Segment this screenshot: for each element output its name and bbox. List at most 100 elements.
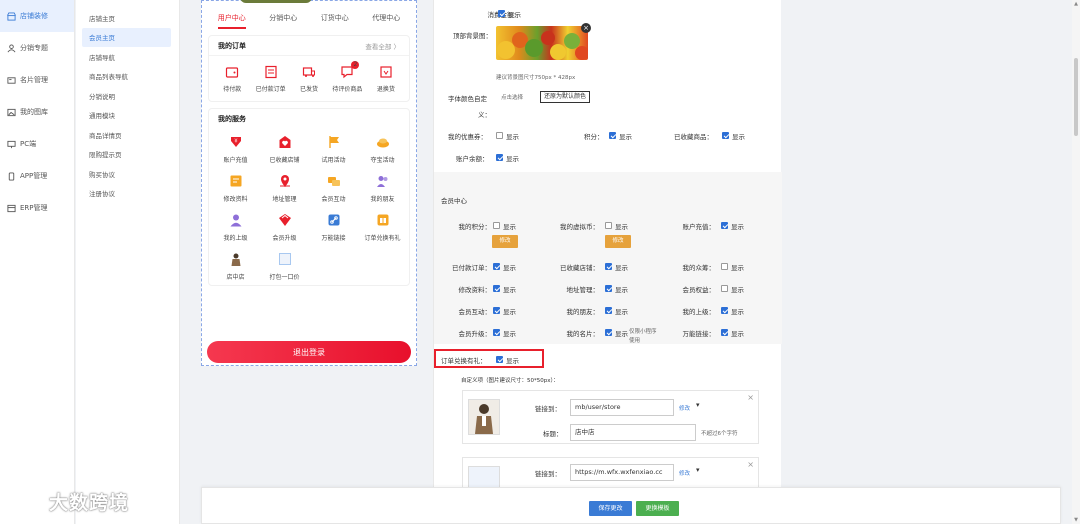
secondary-nav-item[interactable]: 注册协议 bbox=[76, 184, 179, 204]
my-services-title: 我的服务 bbox=[218, 115, 246, 123]
font-color-label-2: 义： bbox=[478, 111, 491, 119]
order-icon bbox=[264, 65, 278, 79]
change-template-button[interactable]: 更换模板 bbox=[636, 501, 679, 516]
primary-nav-item[interactable]: 分销专题 bbox=[0, 32, 74, 64]
order-gift-checkbox[interactable] bbox=[496, 356, 503, 363]
modify-link-1[interactable]: 修改 bbox=[679, 404, 690, 412]
primary-nav-label: PC端 bbox=[20, 140, 37, 148]
font-color-label: 字体颜色自定 bbox=[448, 95, 487, 103]
member-upgrade-checkbox[interactable] bbox=[493, 329, 500, 336]
points-checkbox[interactable] bbox=[609, 132, 616, 139]
secondary-nav-item[interactable]: 店铺主页 bbox=[76, 8, 179, 28]
primary-nav-item[interactable]: 我的图库 bbox=[0, 96, 74, 128]
order-status-item[interactable]: 已发货 bbox=[290, 65, 328, 93]
primary-nav-item[interactable]: PC端 bbox=[0, 128, 74, 160]
logout-button[interactable]: 退出登录 bbox=[207, 341, 411, 363]
service-item[interactable]: 订单兑换有礼 bbox=[358, 213, 407, 242]
spend-checkbox[interactable] bbox=[498, 10, 505, 17]
member-interaction-checkbox[interactable] bbox=[493, 307, 500, 314]
link-input-2[interactable]: https://m.wfx.wxfenxiao.cc bbox=[570, 464, 674, 481]
close-icon[interactable]: × bbox=[747, 460, 754, 469]
secondary-nav-item[interactable]: 店铺导航 bbox=[76, 47, 179, 67]
address-checkbox[interactable] bbox=[605, 285, 612, 292]
return-icon bbox=[379, 65, 393, 79]
custom-link-card-1: × 链接到： mb/user/store 修改 ▾ 标题： 店中店 不超过6个字… bbox=[462, 390, 759, 444]
universal-link-label: 万能链接： bbox=[682, 330, 716, 338]
location-icon bbox=[278, 174, 292, 188]
my-coupons-checkbox[interactable] bbox=[496, 132, 503, 139]
secondary-nav-item[interactable]: 会员主页 bbox=[82, 27, 171, 47]
primary-nav-item[interactable]: 店铺装修 bbox=[0, 0, 74, 32]
service-item[interactable]: 会员升级 bbox=[260, 213, 309, 242]
service-item[interactable]: 修改资料 bbox=[211, 174, 260, 203]
my-card-checkbox[interactable] bbox=[605, 329, 612, 336]
secondary-nav-item[interactable]: 商品列表导航 bbox=[76, 67, 179, 87]
scroll-down-icon[interactable]: ▼ bbox=[1073, 517, 1079, 523]
order-status-item[interactable]: 2 待评价商品 bbox=[328, 61, 366, 93]
scroll-thumb[interactable] bbox=[1074, 58, 1078, 136]
chevron-down-icon[interactable]: ▾ bbox=[696, 401, 700, 409]
save-button[interactable]: 保存更改 bbox=[589, 501, 632, 516]
chevron-down-icon[interactable]: ▾ bbox=[696, 466, 700, 474]
scroll-up-icon[interactable]: ▲ bbox=[1073, 1, 1079, 7]
service-item[interactable]: ¥ 账户充值 bbox=[211, 135, 260, 164]
truck-icon bbox=[302, 65, 316, 79]
secondary-nav-item[interactable]: 商品详情页 bbox=[76, 125, 179, 145]
preview-tabs: 用户中心 分销中心 订货中心 代理中心 bbox=[202, 1, 416, 29]
view-all-link[interactable]: 查看全部 〉 bbox=[365, 41, 400, 51]
universal-link-checkbox[interactable] bbox=[721, 329, 728, 336]
fav-goods-checkbox[interactable] bbox=[722, 132, 729, 139]
order-status-item[interactable]: 待付款 bbox=[213, 65, 251, 93]
secondary-nav-item[interactable]: 购买协议 bbox=[76, 164, 179, 184]
my-card-label: 我的名片： bbox=[566, 330, 600, 338]
service-item[interactable]: 夺宝活动 bbox=[358, 135, 407, 164]
primary-nav-item[interactable]: ERP管理 bbox=[0, 192, 74, 224]
primary-nav-item[interactable]: 名片管理 bbox=[0, 64, 74, 96]
service-item[interactable]: 试用活动 bbox=[309, 135, 358, 164]
modify-link-2[interactable]: 修改 bbox=[679, 469, 690, 477]
my-crowdfunding-checkbox[interactable] bbox=[721, 263, 728, 270]
my-points-checkbox[interactable] bbox=[493, 222, 500, 229]
recharge-checkbox[interactable] bbox=[721, 222, 728, 229]
tab-agent-center[interactable]: 代理中心 bbox=[361, 13, 413, 29]
member-rights-checkbox[interactable] bbox=[721, 285, 728, 292]
order-status-item[interactable]: 已付款订单 bbox=[251, 65, 289, 93]
store-photo-icon[interactable] bbox=[468, 399, 500, 435]
max-chars-hint: 不超过6个字符 bbox=[701, 431, 738, 437]
link-input-1[interactable]: mb/user/store bbox=[570, 399, 674, 416]
service-item[interactable]: 会员互动 bbox=[309, 174, 358, 203]
tab-distribution-center[interactable]: 分销中心 bbox=[258, 13, 310, 29]
secondary-nav-item[interactable]: 通用模块 bbox=[76, 106, 179, 126]
service-item[interactable]: 店中店 bbox=[211, 252, 260, 281]
secondary-nav-item[interactable]: 限购提示页 bbox=[76, 145, 179, 165]
order-status-item[interactable]: 退换货 bbox=[367, 65, 405, 93]
service-item[interactable]: 我的朋友 bbox=[358, 174, 407, 203]
close-icon[interactable]: × bbox=[747, 393, 754, 402]
recharge-label: 账户充值： bbox=[682, 223, 716, 231]
miniapp-use-hint: 使用 bbox=[629, 338, 641, 344]
title-input-1[interactable]: 店中店 bbox=[570, 424, 696, 441]
tab-user-center[interactable]: 用户中心 bbox=[206, 13, 258, 29]
edit-virtual-coin-button[interactable]: 修改 bbox=[605, 235, 631, 248]
primary-nav-item[interactable]: APP管理 bbox=[0, 160, 74, 192]
edit-points-button[interactable]: 修改 bbox=[492, 235, 518, 248]
service-item[interactable]: 已收藏店铺 bbox=[260, 135, 309, 164]
remove-image-icon[interactable]: × bbox=[581, 23, 591, 33]
click-select-link[interactable]: 点击选择 bbox=[501, 93, 523, 101]
my-friends-checkbox[interactable] bbox=[605, 307, 612, 314]
my-superior-checkbox[interactable] bbox=[721, 307, 728, 314]
service-item[interactable]: 万能链接 bbox=[309, 213, 358, 242]
fav-shop-checkbox[interactable] bbox=[605, 263, 612, 270]
service-item[interactable]: 地址管理 bbox=[260, 174, 309, 203]
tab-order-center[interactable]: 订货中心 bbox=[309, 13, 361, 29]
page-scrollbar[interactable]: ▲ ▼ bbox=[1072, 0, 1080, 524]
service-item[interactable]: 打包一口价 bbox=[260, 252, 309, 281]
balance-checkbox[interactable] bbox=[496, 154, 503, 161]
secondary-nav-item[interactable]: 分销说明 bbox=[76, 86, 179, 106]
service-item[interactable]: 我的上级 bbox=[211, 213, 260, 242]
reset-color-button[interactable]: 还原为默认颜色 bbox=[540, 91, 591, 103]
my-virtual-coin-checkbox[interactable] bbox=[605, 222, 612, 229]
edit-profile-checkbox[interactable] bbox=[493, 285, 500, 292]
paid-orders-checkbox[interactable] bbox=[493, 263, 500, 270]
fav-goods-label: 已收藏商品： bbox=[674, 133, 713, 141]
